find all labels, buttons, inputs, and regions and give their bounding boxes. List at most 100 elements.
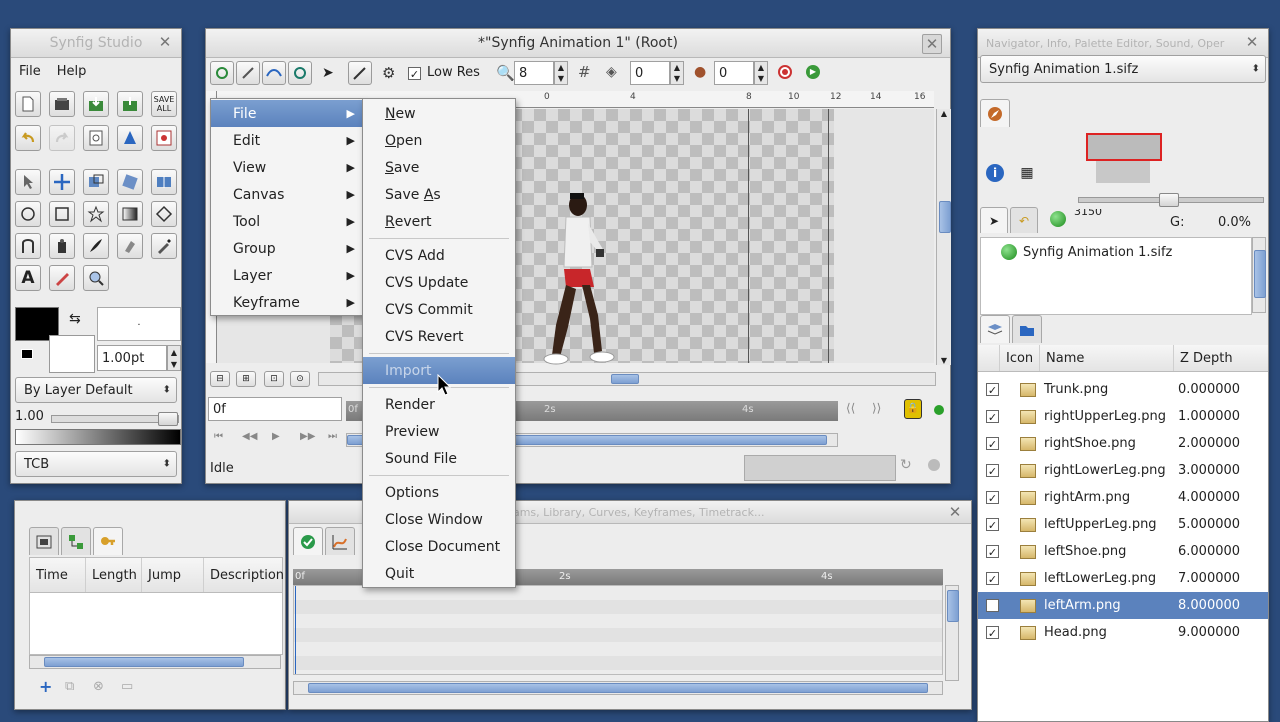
zoom-reset-icon[interactable]: ⊙ (290, 371, 310, 387)
menu-item-group[interactable]: Group ▶ (211, 235, 363, 262)
text-tool-icon[interactable]: A (15, 265, 41, 291)
star-tool-icon[interactable] (83, 201, 109, 227)
record-icon[interactable] (778, 65, 792, 79)
tab-library[interactable] (1012, 315, 1042, 343)
refresh-status-icon[interactable]: ↻ (900, 457, 912, 473)
rotate-tool-icon[interactable] (117, 169, 143, 195)
tab-children[interactable] (61, 527, 91, 555)
menu-item-cvs-update[interactable]: CVS Update (363, 269, 515, 296)
canvas-vscroll[interactable]: ▲ ▼ (936, 109, 951, 365)
polygon-tool-icon[interactable] (151, 201, 177, 227)
layer-visibility-checkbox[interactable]: ✓ (986, 410, 999, 424)
header-zdepth[interactable]: Z Depth (1174, 345, 1268, 371)
layer-visibility-checkbox[interactable]: ✓ (986, 518, 999, 532)
header-jump[interactable]: Jump (142, 558, 204, 592)
menu-item-layer[interactable]: Layer ▶ (211, 262, 363, 289)
width-spinner[interactable]: ▲ ▼ (167, 345, 181, 371)
resolution-spinner[interactable]: ▲ ▼ (554, 61, 568, 85)
timetrack-vscroll-thumb[interactable] (947, 590, 959, 622)
menu-item-sound-file[interactable]: Sound File (363, 445, 515, 472)
canvas-file-select[interactable]: Synfig Animation 1.sifz ⬍ (980, 55, 1266, 83)
zoom-tool-icon[interactable] (83, 265, 109, 291)
timetrack-vscroll[interactable] (945, 585, 959, 681)
canvas-tree-vscroll-thumb[interactable] (1254, 250, 1266, 298)
menu-item-close-document[interactable]: Close Document (363, 533, 515, 560)
menu-item-cvs-add[interactable]: CVS Add (363, 242, 515, 269)
menu-item-file[interactable]: File ▶ (211, 100, 363, 127)
menu-item-edit[interactable]: Edit ▶ (211, 127, 363, 154)
zoom-in-icon[interactable]: ⊞ (236, 371, 256, 387)
menu-item-tool[interactable]: Tool ▶ (211, 208, 363, 235)
stop-render-icon[interactable] (928, 459, 940, 471)
tab-canvas-browser[interactable]: ➤ (980, 207, 1008, 233)
layer-visibility-checkbox[interactable]: ✓ (986, 383, 999, 397)
remove-keyframe-icon[interactable]: ⊗ (93, 679, 104, 694)
layer-name[interactable]: leftUpperLeg.png (1044, 517, 1157, 532)
layer-row[interactable]: ✓ rightLowerLeg.png 3.000000 (978, 457, 1268, 484)
low-res-checkbox[interactable]: ✓ (408, 67, 421, 81)
layer-row[interactable]: ✓ leftShoe.png 6.000000 (978, 538, 1268, 565)
layer-row[interactable]: ✓ leftArm.png 8.000000 (978, 592, 1268, 619)
layer-visibility-checkbox[interactable]: ✓ (986, 491, 999, 505)
undo-icon[interactable] (15, 125, 41, 151)
navigator-titlebar[interactable]: Navigator, Info, Palette Editor, Sound, … (978, 29, 1268, 58)
save-icon[interactable] (83, 91, 109, 117)
close-icon[interactable]: ✕ (157, 34, 173, 50)
character-figure[interactable] (536, 187, 616, 365)
navigator-zoom-handle[interactable] (1159, 193, 1179, 207)
layer-name[interactable]: leftArm.png (1044, 598, 1121, 613)
transform-tool-icon[interactable] (15, 169, 41, 195)
opacity-slider[interactable] (51, 412, 179, 426)
circle-tool-icon[interactable] (15, 201, 41, 227)
close-icon[interactable]: ✕ (922, 34, 942, 54)
duplicate-keyframe-icon[interactable]: ⧉ (65, 679, 74, 694)
play-icon[interactable]: ▶ (806, 65, 820, 79)
canvas-vscroll-down[interactable]: ▼ (937, 356, 951, 365)
onion-past-icon[interactable]: ◈ (606, 64, 617, 80)
layer-visibility-checkbox[interactable]: ✓ (986, 626, 999, 640)
cutout-tool-icon[interactable] (117, 233, 143, 259)
navigator-preview[interactable] (1086, 133, 1162, 161)
menu-item-quit[interactable]: Quit (363, 560, 515, 587)
zoom-icon[interactable]: 🔍 (496, 64, 515, 82)
menu-item-preview[interactable]: Preview (363, 418, 515, 445)
menu-item-new[interactable]: New (363, 100, 515, 127)
add-keyframe-icon[interactable]: + (39, 677, 52, 696)
onion-future-icon[interactable]: ● (694, 64, 706, 80)
menu-item-save[interactable]: Save (363, 154, 515, 181)
tab-navigator[interactable] (980, 99, 1010, 127)
toolbox-titlebar[interactable]: Synfig Studio ✕ (11, 29, 181, 58)
fill-color-swatch[interactable] (49, 335, 95, 373)
tab-layers[interactable] (980, 315, 1010, 343)
keyframes-hscroll[interactable] (29, 655, 281, 669)
tab-canvas-metadata[interactable] (29, 527, 59, 555)
header-time[interactable]: Time (30, 558, 86, 592)
header-icon[interactable]: Icon (1000, 345, 1040, 371)
fill-tool-icon[interactable] (49, 233, 75, 259)
menu-item-cvs-revert[interactable]: CVS Revert (363, 323, 515, 350)
show-grid-icon[interactable] (210, 61, 234, 85)
layer-row[interactable]: ✓ Head.png 9.000000 (978, 619, 1268, 646)
next-keyframe-icon[interactable]: ⟩⟩ (872, 401, 881, 415)
tab-curves[interactable] (325, 527, 355, 555)
layer-row[interactable]: ✓ leftLowerLeg.png 7.000000 (978, 565, 1268, 592)
width-field[interactable]: 1.00pt (97, 345, 167, 371)
timetrack-hscroll[interactable] (293, 681, 943, 695)
layer-visibility-checkbox[interactable]: ✓ (986, 599, 999, 613)
onion-past-field[interactable]: 0 (630, 61, 670, 85)
guides-icon[interactable] (288, 61, 312, 85)
tab-palette[interactable]: ▦ (1012, 159, 1042, 187)
onion-past-spinner[interactable]: ▲ ▼ (670, 61, 684, 85)
layer-row[interactable]: ✓ rightArm.png 4.000000 (978, 484, 1268, 511)
menu-file[interactable]: File (19, 64, 41, 79)
time-cursor[interactable] (295, 586, 296, 674)
zoom-fit-icon[interactable]: ⊡ (264, 371, 284, 387)
menu-item-cvs-commit[interactable]: CVS Commit (363, 296, 515, 323)
blend-method-select[interactable]: By Layer Default ⬍ (15, 377, 177, 403)
interpolation-select[interactable]: TCB ⬍ (15, 451, 177, 477)
canvas-vscroll-thumb[interactable] (939, 201, 951, 233)
layer-visibility-checkbox[interactable]: ✓ (986, 437, 999, 451)
close-icon[interactable]: ✕ (947, 504, 963, 520)
tab-keyframes[interactable] (93, 527, 123, 555)
layer-name[interactable]: leftLowerLeg.png (1044, 571, 1156, 586)
